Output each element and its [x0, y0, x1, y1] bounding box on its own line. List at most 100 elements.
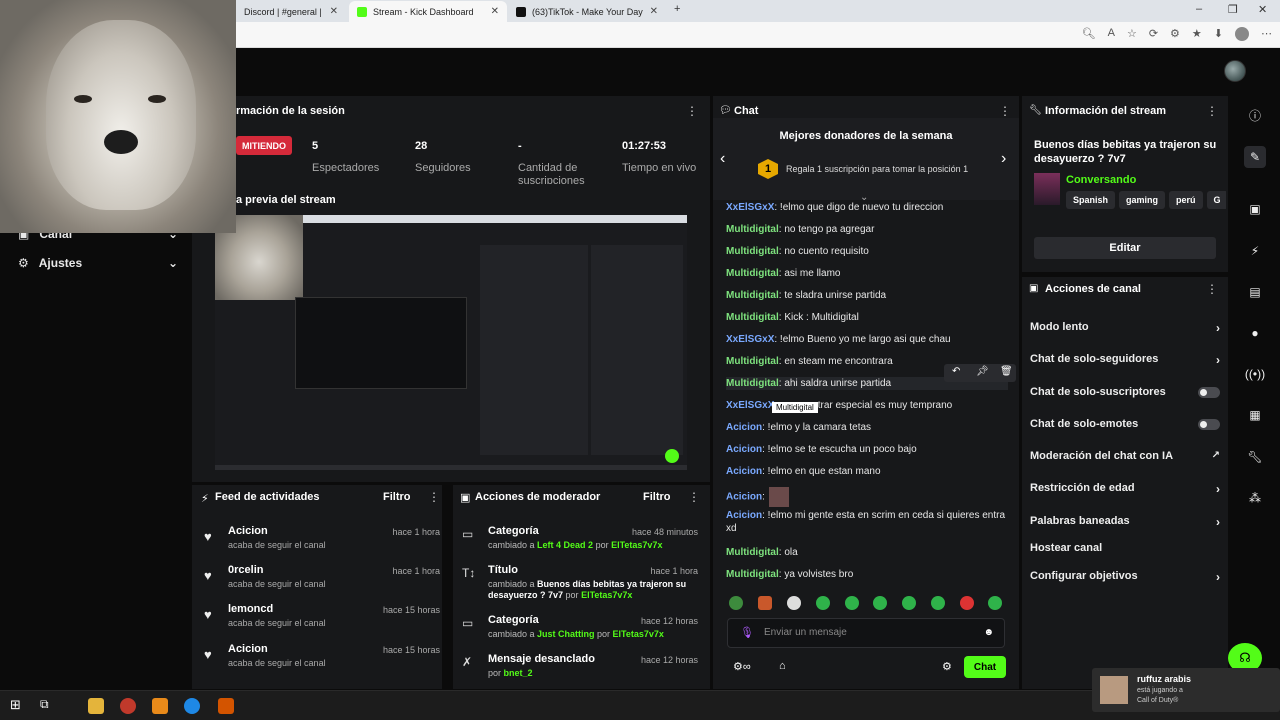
layout-icon[interactable]: ▦ [1244, 404, 1266, 426]
age-restriction-item[interactable]: Restricción de edad › [1030, 482, 1220, 496]
chat-username[interactable]: Multidigital [726, 224, 779, 235]
more-options-icon[interactable]: ⋮ [1206, 104, 1218, 118]
edit-icon[interactable]: ✎ [1244, 146, 1266, 168]
emote-icon[interactable] [931, 596, 945, 610]
banned-words-item[interactable]: Palabras baneadas › [1030, 515, 1220, 529]
edit-stream-button[interactable]: Editar [1034, 237, 1216, 259]
more-options-icon[interactable]: ⋮ [688, 490, 700, 504]
chat-username[interactable]: Multidigital [726, 246, 779, 257]
trash-icon[interactable]: 🗑︎ [1000, 366, 1013, 377]
app-icon[interactable] [152, 698, 168, 714]
emote-icon[interactable] [845, 596, 859, 610]
mod-detail-user[interactable]: ElTetas7v7x [611, 540, 662, 550]
emote-icon[interactable] [873, 596, 887, 610]
chevron-left-icon[interactable]: ‹ [720, 150, 725, 168]
file-explorer-icon[interactable] [88, 698, 104, 714]
task-view-icon[interactable]: ⧉ [40, 697, 49, 712]
emote-icon[interactable] [787, 596, 801, 610]
more-options-icon[interactable]: ⋮ [999, 104, 1011, 118]
stream-preview-video[interactable] [215, 215, 687, 470]
apps-icon[interactable]: ⁂ [1244, 487, 1266, 509]
browser-profile-avatar[interactable] [1235, 27, 1249, 41]
windows-start-icon[interactable]: ⊞ [10, 697, 21, 713]
activity-notification[interactable]: ruffuz arabis está jugando a Call of Dut… [1092, 668, 1280, 712]
configure-goals-item[interactable]: Configurar objetivos › [1030, 570, 1220, 584]
pin-icon[interactable]: 📌︎ [976, 366, 989, 377]
ai-moderation-item[interactable]: Moderación del chat con IA ↗ [1030, 450, 1220, 462]
followers-only-item[interactable]: Chat de solo-seguidores › [1030, 353, 1220, 367]
chat-username[interactable]: Acicion [726, 466, 762, 477]
chat-username[interactable]: Multidigital [726, 356, 779, 367]
emote-icon[interactable] [816, 596, 830, 610]
new-tab-button[interactable]: + [674, 3, 680, 15]
emote-icon[interactable] [758, 596, 772, 610]
lightning-icon[interactable]: ⚡ [1244, 240, 1266, 262]
subscribers-only-toggle[interactable] [1198, 387, 1220, 398]
chat-bubble-icon[interactable]: ● [1244, 322, 1266, 344]
wrench-icon[interactable]: 🔧︎ [1244, 446, 1266, 468]
gear-icon[interactable]: ⚙ [942, 660, 952, 673]
chat-username[interactable]: Multidigital [726, 290, 779, 301]
document-icon[interactable]: ▤ [1244, 281, 1266, 303]
chat-username[interactable]: Acicion [726, 444, 762, 455]
mod-detail-user[interactable]: bnet_2 [504, 668, 533, 678]
broadcast-icon[interactable]: ((•)) [1244, 363, 1266, 385]
emoji-icon[interactable]: ☻ [983, 627, 994, 638]
chat-username[interactable]: XxElSGxX [726, 334, 774, 345]
more-options-icon[interactable]: ⋮ [1206, 282, 1218, 296]
read-aloud-icon[interactable]: A [1108, 27, 1115, 41]
app-icon[interactable] [218, 698, 234, 714]
sidebar-item-ajustes[interactable]: ⚙ Ajustes ⌄ [18, 256, 178, 270]
emote-icon[interactable] [902, 596, 916, 610]
emotes-only-item[interactable]: Chat de solo-emotes [1030, 418, 1220, 430]
minimize-button[interactable]: – [1196, 3, 1202, 15]
activity-filter-button[interactable]: Filtro [383, 491, 411, 503]
host-channel-item[interactable]: Hostear canal [1030, 542, 1220, 554]
window-close-button[interactable]: ✕ [1258, 3, 1267, 16]
tab-tiktok[interactable]: (63)TikTok - Make Your Day ✕ [508, 1, 666, 22]
chat-message-input[interactable]: 🎙︎ Enviar un mensaje ☻ [727, 618, 1005, 648]
more-menu-icon[interactable]: ⋯ [1261, 27, 1272, 41]
clip-icon[interactable]: ▣ [1244, 198, 1266, 220]
chat-username[interactable]: Acicion [726, 422, 762, 433]
tab-kick-dashboard[interactable]: Stream - Kick Dashboard ✕ [349, 1, 507, 22]
mod-filter-button[interactable]: Filtro [643, 491, 671, 503]
downloads-icon[interactable]: ⬇ [1214, 27, 1223, 41]
chat-username[interactable]: Multidigital [726, 312, 779, 323]
obs-icon[interactable] [120, 698, 136, 714]
subscribers-only-item[interactable]: Chat de solo-suscriptores [1030, 386, 1220, 398]
refresh-icon[interactable]: ⟳ [1149, 27, 1158, 41]
close-icon[interactable]: ✕ [650, 6, 658, 17]
chat-username[interactable]: Multidigital [726, 268, 779, 279]
more-options-icon[interactable]: ⋮ [428, 490, 440, 504]
emote-icon[interactable] [988, 596, 1002, 610]
reply-icon[interactable]: ↶ [952, 366, 960, 377]
chevron-right-icon[interactable]: › [1001, 150, 1006, 168]
close-icon[interactable]: ✕ [330, 6, 338, 17]
edge-icon[interactable] [184, 698, 200, 714]
chat-username[interactable]: Multidigital [726, 569, 779, 580]
close-icon[interactable]: ✕ [491, 6, 499, 17]
tab-discord[interactable]: Discord | #general | Teta4 ✕ [236, 1, 346, 22]
emote-icon[interactable] [729, 596, 743, 610]
slow-mode-item[interactable]: Modo lento › [1030, 321, 1220, 335]
store-icon[interactable]: ⌂ [779, 660, 786, 672]
zoom-icon[interactable]: 🔍︎ [1082, 27, 1096, 41]
chat-settings-icon[interactable]: ⚙∞ [733, 660, 751, 673]
chat-username[interactable]: Acicion [726, 492, 762, 503]
microphone-icon[interactable]: 🎙︎ [740, 626, 754, 639]
maximize-button[interactable]: ❐ [1228, 3, 1238, 16]
extensions-icon[interactable]: ⚙ [1170, 27, 1180, 41]
emotes-only-toggle[interactable] [1198, 419, 1220, 430]
info-icon[interactable]: ⓘ [1244, 104, 1266, 126]
collections-icon[interactable]: ★ [1192, 27, 1202, 41]
chat-username[interactable]: Acicion [726, 510, 762, 521]
chat-username[interactable]: Multidigital [726, 547, 779, 558]
chat-username[interactable]: XxElSGxX [726, 400, 774, 411]
emote-icon[interactable] [960, 596, 974, 610]
mod-detail-user[interactable]: ElTetas7v7x [581, 590, 632, 600]
chat-username[interactable]: XxElSGxX [726, 202, 774, 213]
send-chat-button[interactable]: Chat [964, 656, 1006, 678]
chat-username[interactable]: Multidigital [726, 378, 779, 389]
category-name[interactable]: Conversando [1066, 174, 1136, 186]
